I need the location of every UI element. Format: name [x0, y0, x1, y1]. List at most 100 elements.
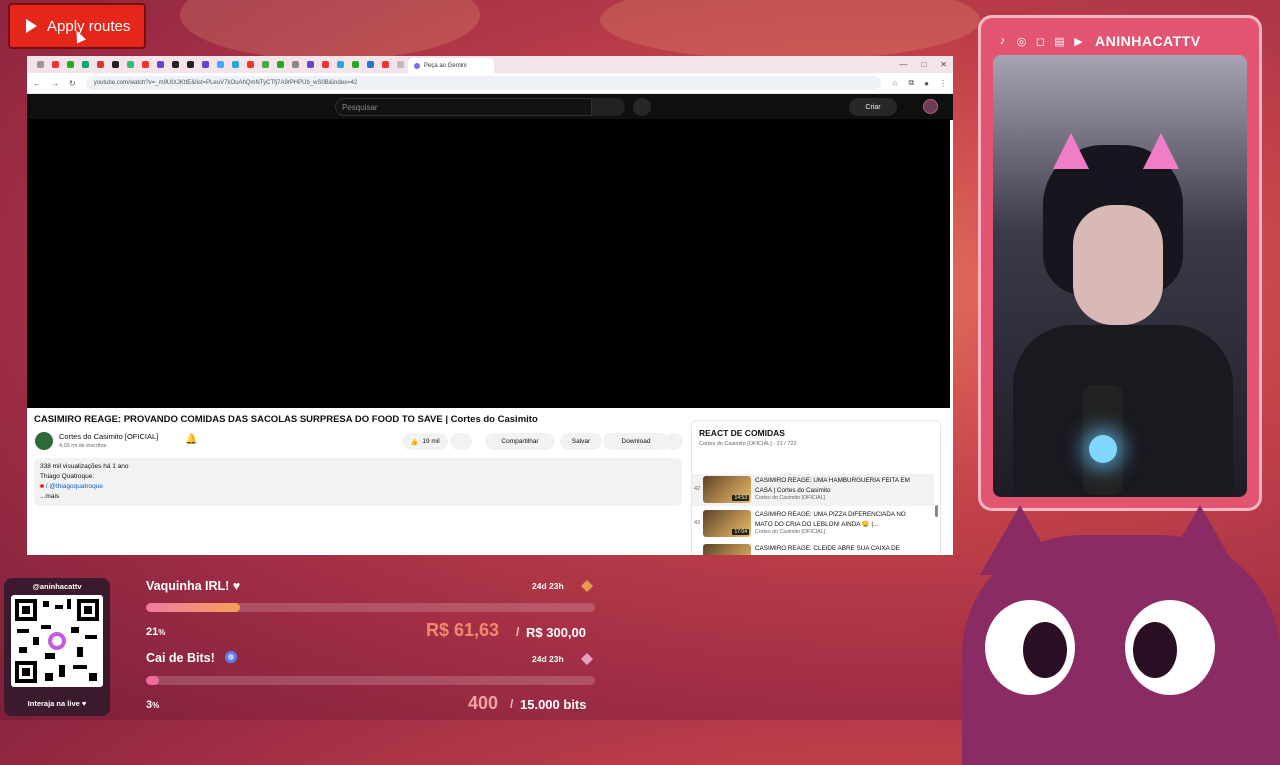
- streamer-face: [1073, 205, 1163, 325]
- video-description[interactable]: 338 mil visualizações há 1 ano Thiago Qu…: [34, 458, 682, 506]
- goal-percent-value: 21: [146, 626, 159, 638]
- url-field[interactable]: youtube.com/watch?v=_m9UtXJKttE&list=PLe…: [85, 76, 882, 90]
- youtube-icon: ▶: [1074, 35, 1083, 48]
- like-button[interactable]: 👍 19 mil: [402, 433, 448, 450]
- browser-tab[interactable]: [273, 56, 288, 73]
- browser-tab[interactable]: [33, 56, 48, 73]
- maximize-icon[interactable]: □: [921, 60, 926, 69]
- browser-tab[interactable]: [303, 56, 318, 73]
- window-controls: — □ ✕: [899, 60, 953, 69]
- desc-link[interactable]: / @thiagoquatroque: [46, 483, 103, 490]
- browser-tab[interactable]: [168, 56, 183, 73]
- download-label: Download: [621, 438, 651, 445]
- twitch-icon: ▤: [1054, 35, 1065, 48]
- goal-title: Cai de Bits!: [146, 651, 215, 665]
- browser-tab[interactable]: [48, 56, 63, 73]
- browser-tab[interactable]: [213, 56, 228, 73]
- channel-subscribers: 4,03 mi de inscritos: [59, 443, 107, 449]
- download-button[interactable]: Download: [603, 433, 669, 450]
- browser-tab[interactable]: [333, 56, 348, 73]
- menu-icon[interactable]: ⋮: [939, 79, 947, 88]
- browser-tab[interactable]: [198, 56, 213, 73]
- save-label: Salvar: [571, 438, 591, 445]
- extensions-icon[interactable]: ⧉: [908, 78, 914, 88]
- tab-active[interactable]: Peça ao Gemini: [408, 58, 494, 73]
- views-line: 338 mil visualizações há 1 ano: [40, 463, 129, 470]
- browser-tab[interactable]: [393, 56, 408, 73]
- search-button[interactable]: [592, 98, 625, 116]
- search-input[interactable]: Pesquisar: [335, 98, 592, 116]
- playlist-panel: REACT DE COMIDAS Cortes do Casimito [OFI…: [691, 420, 941, 555]
- playlist-item-title: CASIMIRO REAGE: UMA HAMBURGUERIA FEITA E…: [755, 477, 910, 494]
- browser-tab[interactable]: [228, 56, 243, 73]
- gemini-icon: [414, 62, 420, 69]
- browser-tab[interactable]: [138, 56, 153, 73]
- share-button[interactable]: Compartilhar: [485, 433, 555, 450]
- gem-icon: [581, 653, 593, 665]
- video-player[interactable]: [27, 119, 950, 408]
- playlist-item[interactable]: 42 14:53 CASIMIRO REAGE: UMA HAMBURGUERI…: [692, 474, 934, 506]
- avatar[interactable]: [923, 99, 938, 114]
- playlist-item[interactable]: CASIMIRO REAGE: CLEIDE ABRE SUA CAIXA DE: [692, 542, 934, 555]
- qr-caption: Interaja na live ♥: [27, 699, 87, 708]
- profile-icon[interactable]: ●: [924, 79, 929, 88]
- goal-target-amount: R$ 300,00: [526, 625, 586, 640]
- mic-icon[interactable]: [633, 98, 651, 116]
- browser-tab[interactable]: [258, 56, 273, 73]
- goal-progress-fill: [146, 676, 160, 685]
- playlist-item-channel: Cortes do Casimito [OFICIAL]: [755, 529, 826, 535]
- bookmark-star-icon[interactable]: ☆: [891, 79, 898, 88]
- playlist-subtitle: Cortes do Casimito [OFICIAL] - 21 / 722: [699, 441, 797, 447]
- video-thumbnail[interactable]: 14:53: [703, 476, 751, 503]
- cat-pupil: [1133, 622, 1177, 678]
- save-button[interactable]: Salvar: [560, 433, 602, 450]
- browser-tab[interactable]: [243, 56, 258, 73]
- goal-time: 24d 23h: [532, 581, 564, 591]
- webcam-video: [993, 55, 1247, 497]
- browser-tab[interactable]: [183, 56, 198, 73]
- browser-tab[interactable]: [123, 56, 138, 73]
- goal-progress-bar: [146, 603, 595, 612]
- back-icon[interactable]: ←: [33, 79, 41, 88]
- show-more-link[interactable]: ...mais: [40, 492, 676, 502]
- more-actions-button[interactable]: [665, 433, 683, 450]
- desc-line2: ■ / @thiagoquatroque: [40, 482, 676, 492]
- browser-tab[interactable]: [78, 56, 93, 73]
- playlist-scrollbar[interactable]: [935, 505, 938, 517]
- browser-tab[interactable]: [318, 56, 333, 73]
- browser-tab[interactable]: [378, 56, 393, 73]
- background-decoration: [600, 0, 980, 60]
- forward-icon[interactable]: →: [51, 79, 59, 88]
- bell-icon[interactable]: 🔔: [185, 434, 197, 445]
- playlist-index: 42: [694, 486, 701, 492]
- goal-current-amount: 400: [468, 693, 499, 713]
- qr-handle: @aninhacattv: [32, 582, 82, 591]
- qr-pattern: [15, 599, 99, 683]
- cat-mascot: [940, 505, 1280, 765]
- minimize-icon[interactable]: —: [899, 60, 907, 69]
- create-button[interactable]: Criar: [849, 98, 897, 116]
- playlist-item[interactable]: 43 17:04 CASIMIRO REAGE: UMA PIZZA DIFER…: [692, 508, 934, 540]
- browser-tab[interactable]: [288, 56, 303, 73]
- browser-tab[interactable]: [363, 56, 378, 73]
- browser-tab[interactable]: [348, 56, 363, 73]
- browser-tab[interactable]: [153, 56, 168, 73]
- cat-pupil: [1023, 622, 1067, 678]
- goal-percent: 3%: [146, 699, 160, 711]
- discord-icon: ◎: [1016, 35, 1027, 48]
- bits-icon: [225, 651, 237, 663]
- video-thumbnail[interactable]: [703, 544, 751, 555]
- goal-target-amount: 15.000 bits: [520, 697, 587, 712]
- close-icon[interactable]: ✕: [940, 60, 947, 69]
- reload-icon[interactable]: ↻: [69, 79, 76, 88]
- address-bar-row: ← → ↻ youtube.com/watch?v=_m9UtXJKttE&li…: [27, 73, 953, 94]
- browser-tab[interactable]: [108, 56, 123, 73]
- playlist-index: 43: [694, 520, 701, 526]
- video-thumbnail[interactable]: 17:04: [703, 510, 751, 537]
- channel-name[interactable]: Cortes do Casimito [OFICIAL]: [59, 432, 158, 441]
- browser-tab[interactable]: [63, 56, 78, 73]
- browser-tab[interactable]: [93, 56, 108, 73]
- like-count: 19 mil: [422, 438, 440, 445]
- channel-avatar[interactable]: [35, 432, 53, 450]
- dislike-button[interactable]: [450, 433, 472, 450]
